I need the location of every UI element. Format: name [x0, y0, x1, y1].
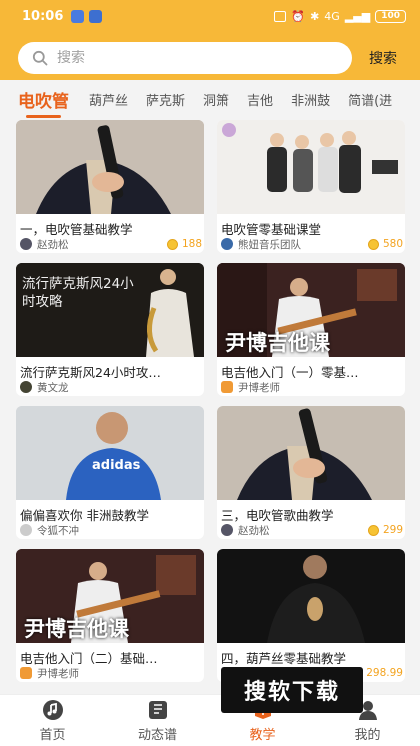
status-bar: 10:06 ⏰ ✱ 4G ▂▄▆ 100: [0, 0, 420, 32]
tab-jianpu[interactable]: 简谱(进: [348, 90, 392, 109]
author-avatar: [20, 524, 32, 536]
notification-app-icon: [89, 9, 103, 23]
author-avatar: [20, 381, 32, 393]
author-name: 熊妞音乐团队: [238, 238, 301, 251]
course-card[interactable]: 电吹管零基础课堂 熊妞音乐团队 580: [217, 120, 405, 253]
course-card[interactable]: 四，葫芦丝零基础教学 298.99: [217, 549, 405, 682]
course-meta: 黄文龙: [20, 380, 202, 394]
thumbnail-caption: 尹博吉他课: [24, 617, 129, 641]
sheet-music-icon: [148, 700, 167, 719]
course-thumbnail: [217, 549, 405, 643]
thumbnail-caption: 流行萨克斯风24小时攻略: [22, 276, 134, 310]
bluetooth-icon: ✱: [310, 9, 320, 23]
course-thumbnail: [217, 120, 405, 214]
course-title: 电吉他入门（一）零基…: [221, 365, 359, 380]
music-note-icon: [42, 699, 63, 720]
notification-app-icon: [71, 9, 85, 23]
course-price: 299: [367, 524, 403, 536]
course-meta: 赵劲松 299: [221, 523, 403, 537]
course-title: 电吹管零基础课堂: [221, 222, 322, 237]
course-card[interactable]: 一，电吹管基础教学 赵劲松 188: [16, 120, 204, 253]
nav-dynamic-score[interactable]: 动态谱: [105, 695, 210, 746]
coin-icon: [166, 238, 178, 250]
course-thumbnail: 尹博吉他课: [16, 549, 204, 643]
course-title: 偏偏喜欢你 非洲鼓教学: [20, 508, 149, 523]
price-value: 299: [382, 524, 403, 536]
course-thumbnail: 流行萨克斯风24小时攻略: [16, 263, 204, 357]
course-price: 188: [166, 238, 202, 250]
author-avatar: [20, 238, 32, 250]
author-name: 赵劲松: [37, 238, 69, 251]
course-title: 流行萨克斯风24小时攻…: [20, 365, 161, 380]
nfc-icon: [274, 10, 287, 22]
tab-guitar[interactable]: 吉他: [247, 90, 273, 109]
author-avatar: [221, 524, 233, 536]
course-meta: 令狐不冲: [20, 523, 202, 537]
author-name: 尹博老师: [238, 381, 280, 394]
search-button[interactable]: 搜索: [360, 47, 406, 71]
course-meta: 尹博老师: [221, 380, 403, 394]
thumbnail-caption: 尹博吉他课: [225, 331, 330, 355]
tab-electric-wind[interactable]: 电吹管: [18, 87, 69, 118]
coin-icon: [367, 238, 379, 250]
battery-icon: 100: [375, 9, 406, 23]
course-card[interactable]: 尹博吉他课 电吉他入门（一）零基… 尹博老师: [217, 263, 405, 396]
course-thumbnail: [217, 406, 405, 500]
search-bar[interactable]: [18, 42, 352, 74]
course-card[interactable]: 三，电吹管歌曲教学 赵劲松 299: [217, 406, 405, 539]
course-card[interactable]: 流行萨克斯风24小时攻略 流行萨克斯风24小时攻… 黄文龙: [16, 263, 204, 396]
nav-label: 我的: [354, 727, 381, 743]
course-title: 一，电吹管基础教学: [20, 222, 133, 237]
author-avatar: [20, 667, 32, 679]
tab-djembe[interactable]: 非洲鼓: [291, 90, 330, 109]
status-time: 10:06: [22, 8, 64, 24]
course-title: 四，葫芦丝零基础教学: [221, 651, 347, 666]
alarm-icon: ⏰: [291, 9, 306, 23]
author-name: 黄文龙: [37, 381, 69, 394]
category-tabs: 电吹管 葫芦丝 萨克斯 洞箫 吉他 非洲鼓 简谱(进: [0, 80, 420, 118]
watermark-badge: 搜软下载: [221, 667, 363, 713]
search-input[interactable]: [57, 50, 307, 66]
status-right: ⏰ ✱ 4G ▂▄▆ 100: [274, 9, 406, 23]
tab-dongxiao[interactable]: 洞箫: [203, 90, 229, 109]
tab-saxophone[interactable]: 萨克斯: [146, 90, 185, 109]
price-value: 188: [181, 238, 202, 250]
price-value: 298.99: [366, 667, 403, 679]
course-thumbnail: adidas: [16, 406, 204, 500]
course-thumbnail: [16, 120, 204, 214]
course-title: 三，电吹管歌曲教学: [221, 508, 334, 523]
author-avatar: [221, 238, 233, 250]
course-thumbnail: 尹博吉他课: [217, 263, 405, 357]
author-name: 令狐不冲: [37, 524, 79, 537]
author-name: 尹博老师: [37, 667, 79, 680]
nav-label: 动态谱: [137, 727, 177, 743]
course-meta: 赵劲松 188: [20, 237, 202, 251]
course-card[interactable]: 尹博吉他课 电吉他入门（二）基础… 尹博老师: [16, 549, 204, 682]
signal-icon: ▂▄▆: [344, 9, 371, 23]
course-title: 电吉他入门（二）基础…: [20, 651, 158, 666]
course-price: 580: [367, 238, 403, 250]
nav-label: 教学: [249, 727, 276, 743]
course-card[interactable]: adidas 偏偏喜欢你 非洲鼓教学 令狐不冲: [16, 406, 204, 539]
network-label: 4G: [324, 9, 340, 23]
author-avatar: [221, 381, 233, 393]
nav-label: 首页: [39, 727, 66, 743]
search-icon: [32, 50, 48, 66]
author-name: 赵劲松: [238, 524, 270, 537]
course-meta: 尹博老师: [20, 666, 202, 680]
nav-home[interactable]: 首页: [0, 695, 105, 746]
tab-hulusi[interactable]: 葫芦丝: [89, 90, 128, 109]
coin-icon: [367, 524, 379, 536]
price-value: 580: [382, 238, 403, 250]
course-meta: 熊妞音乐团队 580: [221, 237, 403, 251]
thumbnail-caption: adidas: [92, 458, 141, 473]
